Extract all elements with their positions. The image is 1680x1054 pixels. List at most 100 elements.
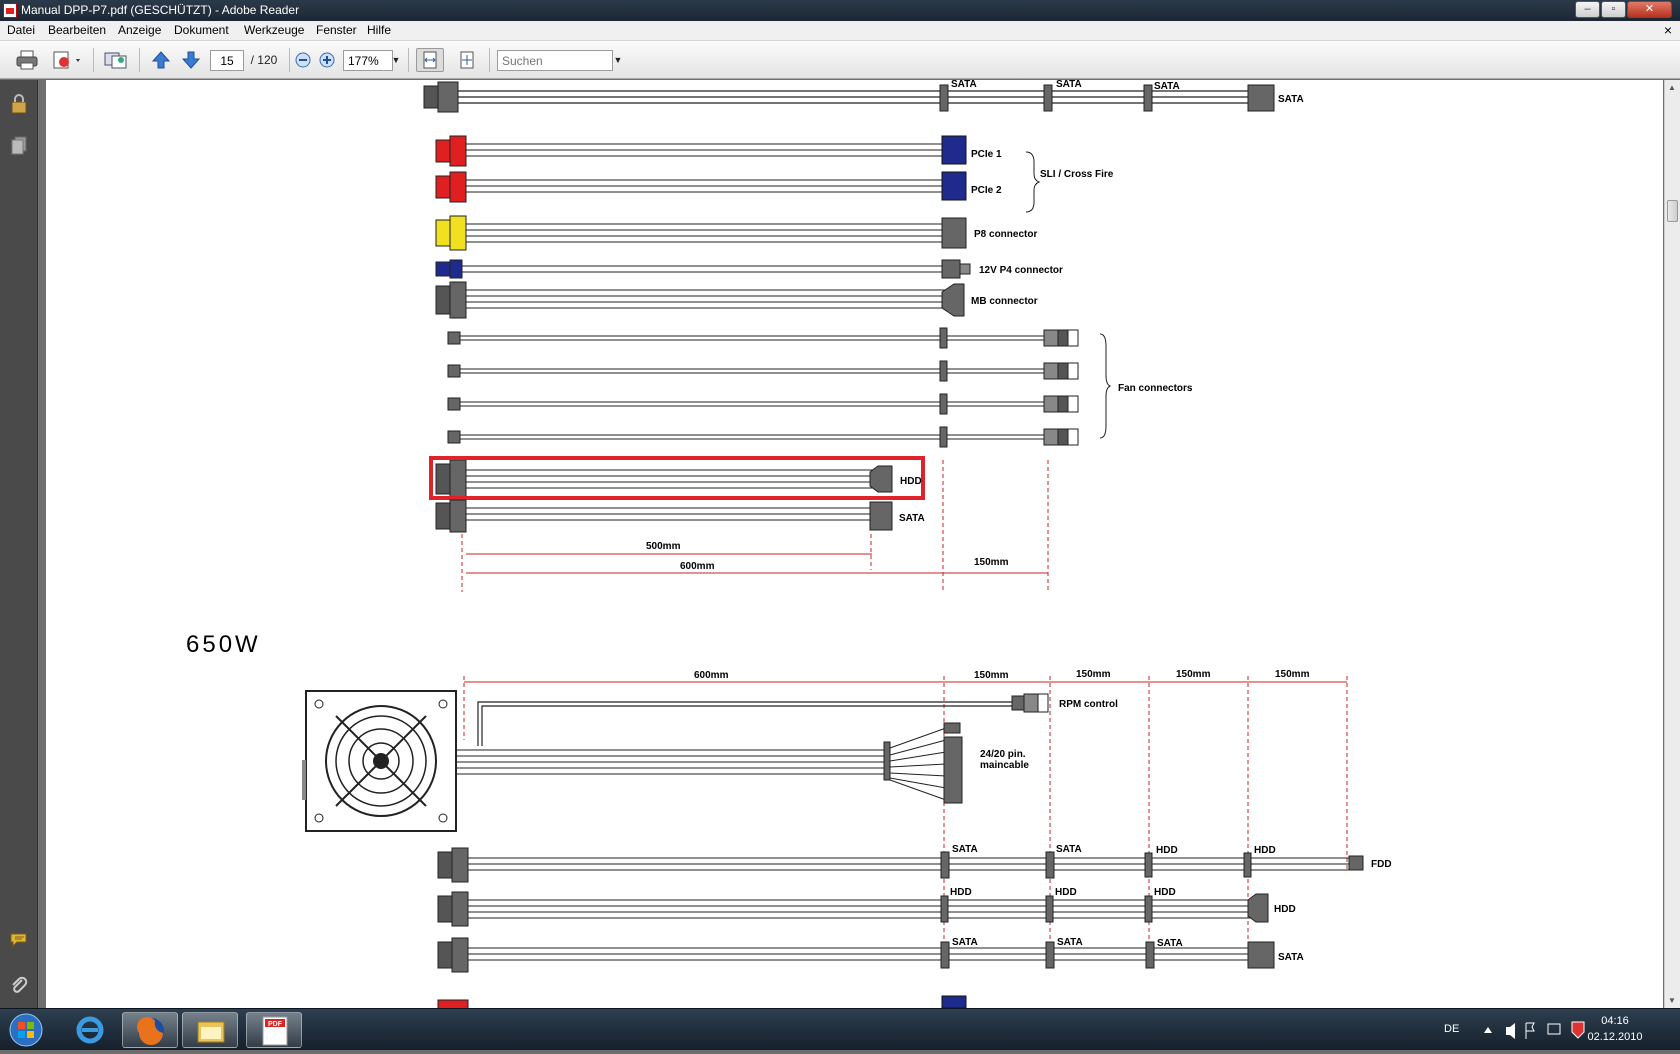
clock[interactable]: 04:16 02.12.2010 (1585, 1013, 1645, 1045)
tray-icons (1484, 1021, 1585, 1039)
hdd-label: HDD (900, 476, 922, 487)
fit-width-icon (423, 51, 437, 69)
peripheral-cable-1 (437, 847, 1364, 883)
minimize-button[interactable]: – (1575, 1, 1600, 18)
peripheral-cable-2 (437, 891, 1269, 927)
menu-dokument[interactable]: Dokument (174, 23, 229, 37)
pcie1-label: PCIe 1 (971, 149, 1002, 160)
zoom-in-button[interactable] (318, 48, 336, 72)
dim-150-label: 150mm (974, 557, 1009, 568)
fit-page-button[interactable] (454, 48, 480, 72)
maximize-button[interactable]: ▫ (1601, 1, 1626, 18)
dim-500-label: 500mm (646, 541, 681, 552)
start-button[interactable] (2, 1012, 50, 1048)
sata-label: SATA (952, 937, 978, 948)
psu-fan-illustration (302, 690, 457, 832)
taskbar-internet-explorer[interactable] (62, 1012, 118, 1048)
section-heading: 650W (186, 631, 261, 658)
dimension-guides (463, 676, 1348, 960)
security-shield-icon[interactable] (1571, 1021, 1585, 1039)
sata-label: SATA (1278, 952, 1304, 963)
menu-fenster[interactable]: Fenster (316, 23, 357, 37)
svg-text:PDF: PDF (268, 1021, 283, 1028)
sata-label: SATA (1157, 938, 1183, 949)
toolbar: / 120 ▼ ▼ (0, 41, 1680, 79)
hdd-label: HDD (1254, 845, 1276, 856)
hdd-label: HDD (1154, 887, 1176, 898)
previous-page-button[interactable] (149, 48, 173, 72)
menu-hilfe[interactable]: Hilfe (367, 23, 391, 37)
dim-600-label: 600mm (680, 561, 715, 572)
maincable-label: maincable (980, 760, 1029, 771)
system-tray: DE 04:16 02.12.2010 (1440, 1009, 1680, 1051)
p4-cable (435, 259, 971, 279)
taskbar-firefox[interactable] (122, 1012, 178, 1048)
vertical-scrollbar[interactable]: ▲ ▼ (1664, 80, 1680, 1008)
rpm-label: RPM control (1059, 699, 1118, 710)
pages-button[interactable] (10, 136, 28, 155)
chevron-down-icon: ▼ (613, 55, 623, 65)
mb-cable (435, 281, 965, 319)
sata-label: SATA (1278, 94, 1304, 105)
zoom-level-input[interactable] (343, 50, 393, 71)
internet-explorer-icon (76, 1016, 104, 1044)
pcie2-label: PCIe 2 (971, 185, 1002, 196)
menu-anzeige[interactable]: Anzeige (118, 23, 161, 37)
zoom-dropdown-button[interactable]: ▼ (390, 48, 402, 72)
scroll-up-icon[interactable]: ▲ (1668, 83, 1676, 92)
dim-label: 150mm (1176, 669, 1211, 680)
search-dropdown-button[interactable]: ▼ (612, 48, 624, 72)
maincable-label: 24/20 pin. (980, 749, 1026, 760)
highlight-box (429, 456, 925, 500)
sata-label: SATA (899, 513, 925, 524)
dim-label: 150mm (1076, 669, 1111, 680)
comments-button[interactable] (10, 932, 28, 950)
page-total: / 120 (250, 53, 278, 67)
taskbar: PDF DE 04:16 02.12.2010 (0, 1008, 1680, 1050)
toolbar-separator (489, 48, 490, 72)
sata-label: SATA (1056, 844, 1082, 855)
p8-cable (435, 215, 967, 251)
p8-label: P8 connector (974, 229, 1037, 240)
hdd-cable (435, 459, 893, 499)
taskbar-explorer[interactable] (182, 1012, 238, 1048)
security-lock-button[interactable] (10, 94, 28, 114)
pcie-connector-partial (941, 995, 967, 1008)
zoom-out-button[interactable] (294, 48, 312, 72)
pcie-cables (435, 135, 1041, 213)
network-icon[interactable] (1547, 1023, 1561, 1035)
volume-icon[interactable] (1506, 1023, 1515, 1039)
chevron-down-icon: ▼ (391, 55, 401, 65)
close-document-button[interactable]: × (1664, 22, 1672, 38)
collaborate-button[interactable] (102, 48, 130, 72)
hdd-label: HDD (950, 887, 972, 898)
search-input[interactable] (497, 50, 613, 71)
next-page-button[interactable] (179, 48, 203, 72)
create-pdf-icon (53, 51, 80, 69)
comment-icon (10, 933, 27, 948)
print-button[interactable] (14, 48, 40, 72)
menu-bar: Datei Bearbeiten Anzeige Dokument Werkze… (0, 21, 1680, 41)
close-window-button[interactable]: ✕ (1627, 1, 1672, 18)
scrollbar-thumb[interactable] (1667, 200, 1678, 222)
menu-werkzeuge[interactable]: Werkzeuge (244, 23, 304, 37)
menu-datei[interactable]: Datei (7, 23, 35, 37)
create-pdf-button[interactable] (50, 48, 86, 72)
zoom-in-icon (319, 52, 335, 68)
attachments-button[interactable] (10, 976, 28, 994)
show-hidden-icons-icon[interactable] (1484, 1027, 1492, 1033)
fit-width-button[interactable] (416, 48, 444, 72)
sata-cable (435, 499, 893, 533)
pdf-page[interactable]: SATA SATA SATA SATA PCIe 1 PCIe 2 SLI / … (46, 80, 1663, 1008)
fan-cables (447, 327, 1112, 448)
sata-label: SATA (1056, 80, 1082, 90)
action-center-flag-icon[interactable] (1525, 1022, 1535, 1039)
menu-bearbeiten[interactable]: Bearbeiten (48, 23, 106, 37)
fan-connectors-label: Fan connectors (1118, 383, 1193, 394)
language-indicator[interactable]: DE (1444, 1023, 1459, 1035)
page-number-input[interactable] (210, 50, 244, 71)
mb-label: MB connector (971, 296, 1038, 307)
scroll-down-icon[interactable]: ▼ (1668, 996, 1676, 1005)
toolbar-separator (408, 48, 409, 72)
taskbar-adobe-reader[interactable]: PDF (246, 1012, 302, 1048)
